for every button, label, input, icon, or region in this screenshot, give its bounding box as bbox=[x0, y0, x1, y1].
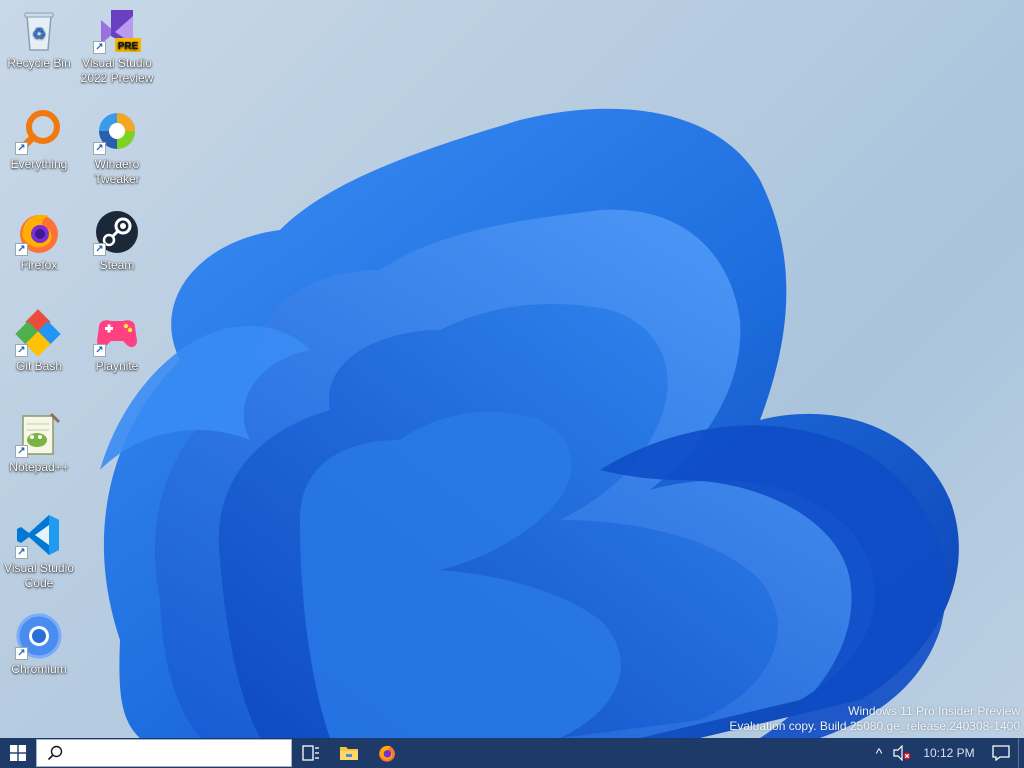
shortcut-arrow-icon: ↗ bbox=[15, 546, 28, 559]
windows-watermark-line2: Evaluation copy. Build 25080.ge_release.… bbox=[729, 719, 1020, 733]
volume-muted-icon bbox=[893, 745, 911, 761]
desktop-icon-firefox[interactable]: ↗ Firefox bbox=[0, 208, 78, 273]
shortcut-arrow-icon: ↗ bbox=[15, 142, 28, 155]
notepad-plus-plus-icon: ↗ bbox=[15, 410, 63, 458]
desktop-icon-visual-studio-preview[interactable]: PRE ↗ Visual Studio 2022 Preview bbox=[78, 6, 156, 86]
desktop-icon-recycle-bin[interactable]: ♻ Recycle Bin bbox=[0, 6, 78, 71]
desktop-icon-steam[interactable]: ↗ Steam bbox=[78, 208, 156, 273]
firefox-taskbar-button[interactable] bbox=[368, 738, 406, 768]
shortcut-arrow-icon: ↗ bbox=[93, 41, 106, 54]
svg-text:♻: ♻ bbox=[32, 24, 46, 43]
icon-label: Git Bash bbox=[15, 359, 63, 373]
tray-overflow-chevron[interactable]: ^ bbox=[868, 738, 890, 768]
desktop-icon-playnite[interactable]: ↗ Playnite bbox=[78, 309, 156, 374]
shortcut-arrow-icon: ↗ bbox=[93, 344, 106, 357]
icon-label: Chromium bbox=[11, 662, 67, 676]
recycle-bin-icon: ♻ bbox=[15, 6, 63, 54]
shortcut-arrow-icon: ↗ bbox=[15, 445, 28, 458]
git-bash-icon: ↗ bbox=[15, 309, 63, 357]
icon-label: Visual Studio Code bbox=[4, 561, 74, 590]
everything-icon: ↗ bbox=[15, 107, 63, 155]
desktop[interactable]: ♻ Recycle Bin PRE ↗ Visual Studio 2022 P… bbox=[0, 0, 1024, 738]
firefox-icon: ↗ bbox=[15, 208, 63, 256]
visual-studio-preview-icon: PRE ↗ bbox=[93, 6, 141, 54]
icon-label: Winaero Tweaker bbox=[94, 157, 140, 186]
action-center-button[interactable] bbox=[984, 738, 1018, 768]
shortcut-arrow-icon: ↗ bbox=[93, 142, 106, 155]
start-button[interactable] bbox=[0, 738, 36, 768]
icon-label: Visual Studio 2022 Preview bbox=[80, 56, 154, 85]
pre-badge: PRE bbox=[118, 41, 139, 52]
file-explorer-icon bbox=[340, 747, 358, 760]
icon-label: Firefox bbox=[20, 258, 58, 272]
desktop-icon-everything[interactable]: ↗ Everything bbox=[0, 107, 78, 172]
system-tray: ^ 10:12 PM bbox=[868, 738, 1024, 768]
file-explorer-button[interactable] bbox=[330, 738, 368, 768]
notification-icon bbox=[992, 745, 1010, 761]
taskbar: ^ 10:12 PM bbox=[0, 738, 1024, 768]
icon-label: Recycle Bin bbox=[7, 56, 71, 70]
taskbar-search-box[interactable] bbox=[36, 739, 292, 767]
desktop-icon-notepad-plus-plus[interactable]: ↗ Notepad++ bbox=[0, 410, 78, 475]
icon-label: Everything bbox=[10, 157, 68, 171]
windows-logo-icon bbox=[10, 745, 26, 761]
search-icon bbox=[47, 745, 63, 761]
task-view-icon bbox=[302, 745, 319, 761]
shortcut-arrow-icon: ↗ bbox=[93, 243, 106, 256]
desktop-icon-winaero-tweaker[interactable]: ↗ Winaero Tweaker bbox=[78, 107, 156, 187]
desktop-icon-chromium[interactable]: ↗ Chromium bbox=[0, 612, 78, 677]
icon-label: Notepad++ bbox=[9, 460, 69, 474]
volume-muted-button[interactable] bbox=[890, 738, 914, 768]
windows-watermark-line1: Windows 11 Pro Insider Preview bbox=[848, 704, 1020, 718]
chevron-up-icon: ^ bbox=[875, 745, 883, 761]
shortcut-arrow-icon: ↗ bbox=[15, 344, 28, 357]
icon-label: Steam bbox=[99, 258, 135, 272]
task-view-button[interactable] bbox=[292, 738, 330, 768]
icon-label: Playnite bbox=[95, 359, 139, 373]
show-desktop-button[interactable] bbox=[1018, 738, 1024, 768]
playnite-icon: ↗ bbox=[93, 309, 141, 357]
shortcut-arrow-icon: ↗ bbox=[15, 647, 28, 660]
firefox-icon bbox=[379, 745, 395, 762]
vscode-icon: ↗ bbox=[15, 511, 63, 559]
steam-icon: ↗ bbox=[93, 208, 141, 256]
desktop-icon-vscode[interactable]: ↗ Visual Studio Code bbox=[0, 511, 78, 591]
winaero-tweaker-icon: ↗ bbox=[93, 107, 141, 155]
taskbar-clock[interactable]: 10:12 PM bbox=[914, 738, 984, 768]
shortcut-arrow-icon: ↗ bbox=[15, 243, 28, 256]
chromium-icon: ↗ bbox=[15, 612, 63, 660]
search-input[interactable] bbox=[71, 741, 291, 765]
desktop-icon-git-bash[interactable]: ↗ Git Bash bbox=[0, 309, 78, 374]
